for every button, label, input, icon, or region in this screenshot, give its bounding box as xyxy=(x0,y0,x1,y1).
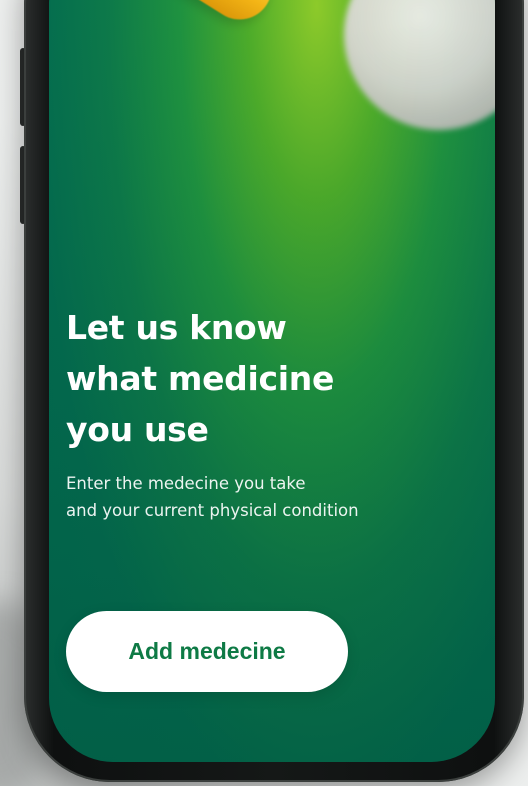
mockup-stage: Let us know what medicine you use Enter … xyxy=(0,0,528,786)
headline-line-1: Let us know xyxy=(66,308,287,347)
subtext-line-2: and your current physical condition xyxy=(66,501,359,520)
headline-line-3: you use xyxy=(66,410,209,449)
subtext-line-1: Enter the medecine you take xyxy=(66,474,306,493)
onboarding-subtext: Enter the medecine you take and your cur… xyxy=(66,470,446,524)
headline-line-2: what medicine xyxy=(66,359,335,398)
phone-screen: Let us know what medicine you use Enter … xyxy=(49,0,495,762)
onboarding-headline: Let us know what medicine you use xyxy=(66,302,466,455)
add-medicine-button[interactable]: Add medecine xyxy=(66,611,348,692)
